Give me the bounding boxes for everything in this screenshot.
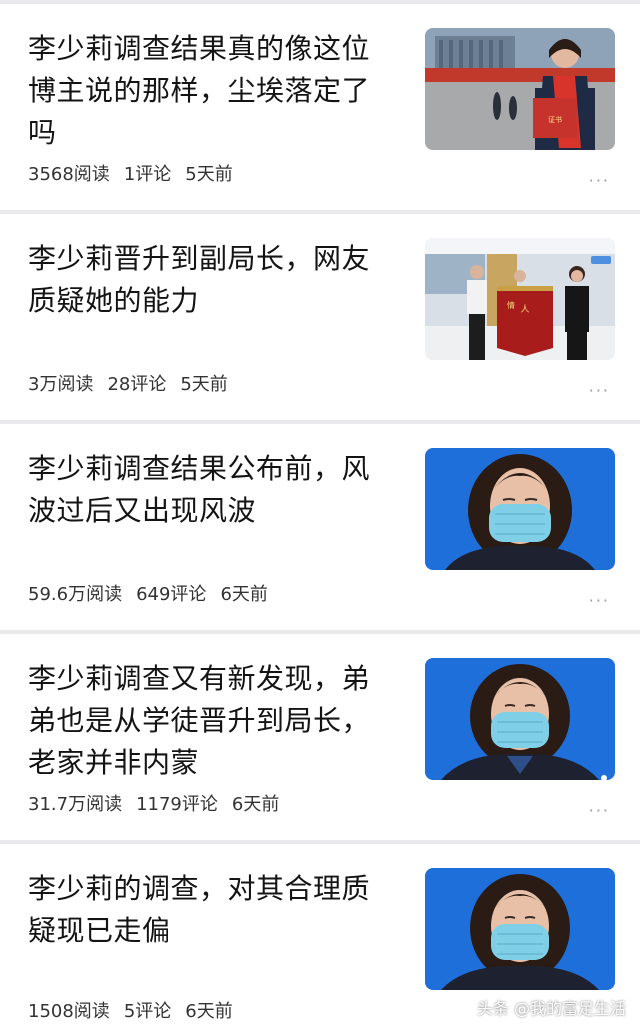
article-card[interactable]: 李少莉晋升到副局长，网友质疑她的能力 人 情 3万阅读 28评论 5天前 ···: [0, 214, 640, 420]
read-count: 1508阅读: [28, 1001, 110, 1022]
more-options-icon[interactable]: ···: [589, 381, 610, 400]
article-meta: 31.7万阅读 1179评论 6天前: [28, 790, 293, 816]
svg-text:证书: 证书: [548, 115, 562, 124]
article-card[interactable]: 李少莉调查结果公布前，风波过后又出现风波 59.6万阅读 649评论 6天前 ···: [0, 424, 640, 630]
article-feed: 李少莉调查结果真的像这位博主说的那样，尘埃落定了吗 证书 3568阅读 1评论 …: [0, 0, 640, 1033]
banner-award-photo-icon[interactable]: 人 情: [425, 238, 615, 360]
more-options-icon[interactable]: ···: [589, 591, 610, 610]
more-options-icon[interactable]: ···: [589, 801, 610, 820]
article-title[interactable]: 李少莉的调查，对其合理质疑现已走偏: [28, 868, 398, 952]
comment-count[interactable]: 1179评论: [136, 794, 218, 815]
article-title[interactable]: 李少莉调查结果真的像这位博主说的那样，尘埃落定了吗: [28, 28, 398, 154]
read-count: 3万阅读: [28, 374, 94, 395]
more-options-icon[interactable]: ···: [589, 171, 610, 190]
svg-text:人: 人: [520, 304, 529, 315]
article-card[interactable]: 李少莉调查结果真的像这位博主说的那样，尘埃落定了吗 证书 3568阅读 1评论 …: [0, 4, 640, 210]
article-meta: 3568阅读 1评论 5天前: [28, 160, 247, 186]
article-title[interactable]: 李少莉晋升到副局长，网友质疑她的能力: [28, 238, 398, 322]
article-meta: 3万阅读 28评论 5天前: [28, 370, 242, 396]
source-watermark: 头条 @我的富足生活: [476, 999, 626, 1018]
article-card[interactable]: 李少莉调查又有新发现，弟弟也是从学徒晋升到局长，老家并非内蒙 31.7万阅读 11…: [0, 634, 640, 840]
masked-woman-photo-icon[interactable]: [425, 448, 615, 570]
article-meta: 59.6万阅读 649评论 6天前: [28, 580, 282, 606]
comment-count[interactable]: 1评论: [124, 164, 171, 185]
publish-time: 5天前: [180, 374, 228, 395]
ceremony-photo-icon[interactable]: 证书: [425, 28, 615, 150]
article-meta: 1508阅读 5评论 6天前: [28, 997, 247, 1023]
comment-count[interactable]: 649评论: [136, 584, 206, 605]
publish-time: 6天前: [220, 584, 268, 605]
comment-count[interactable]: 28评论: [107, 374, 166, 395]
read-count: 31.7万阅读: [28, 794, 123, 815]
publish-time: 6天前: [231, 794, 280, 815]
masked-woman-photo-icon[interactable]: [425, 868, 615, 990]
comment-count[interactable]: 5评论: [124, 1001, 171, 1022]
read-count: 3568阅读: [28, 164, 110, 185]
publish-time: 6天前: [185, 1001, 233, 1022]
svg-text:情: 情: [507, 300, 515, 310]
article-card[interactable]: 李少莉的调查，对其合理质疑现已走偏 1508阅读 5评论 6天前 头条 @我的富足生…: [0, 844, 640, 1033]
article-title[interactable]: 李少莉调查又有新发现，弟弟也是从学徒晋升到局长，老家并非内蒙: [28, 658, 398, 784]
read-count: 59.6万阅读: [28, 584, 123, 605]
article-title[interactable]: 李少莉调查结果公布前，风波过后又出现风波: [28, 448, 398, 532]
publish-time: 5天前: [185, 164, 233, 185]
masked-woman-photo-icon[interactable]: [425, 658, 615, 780]
